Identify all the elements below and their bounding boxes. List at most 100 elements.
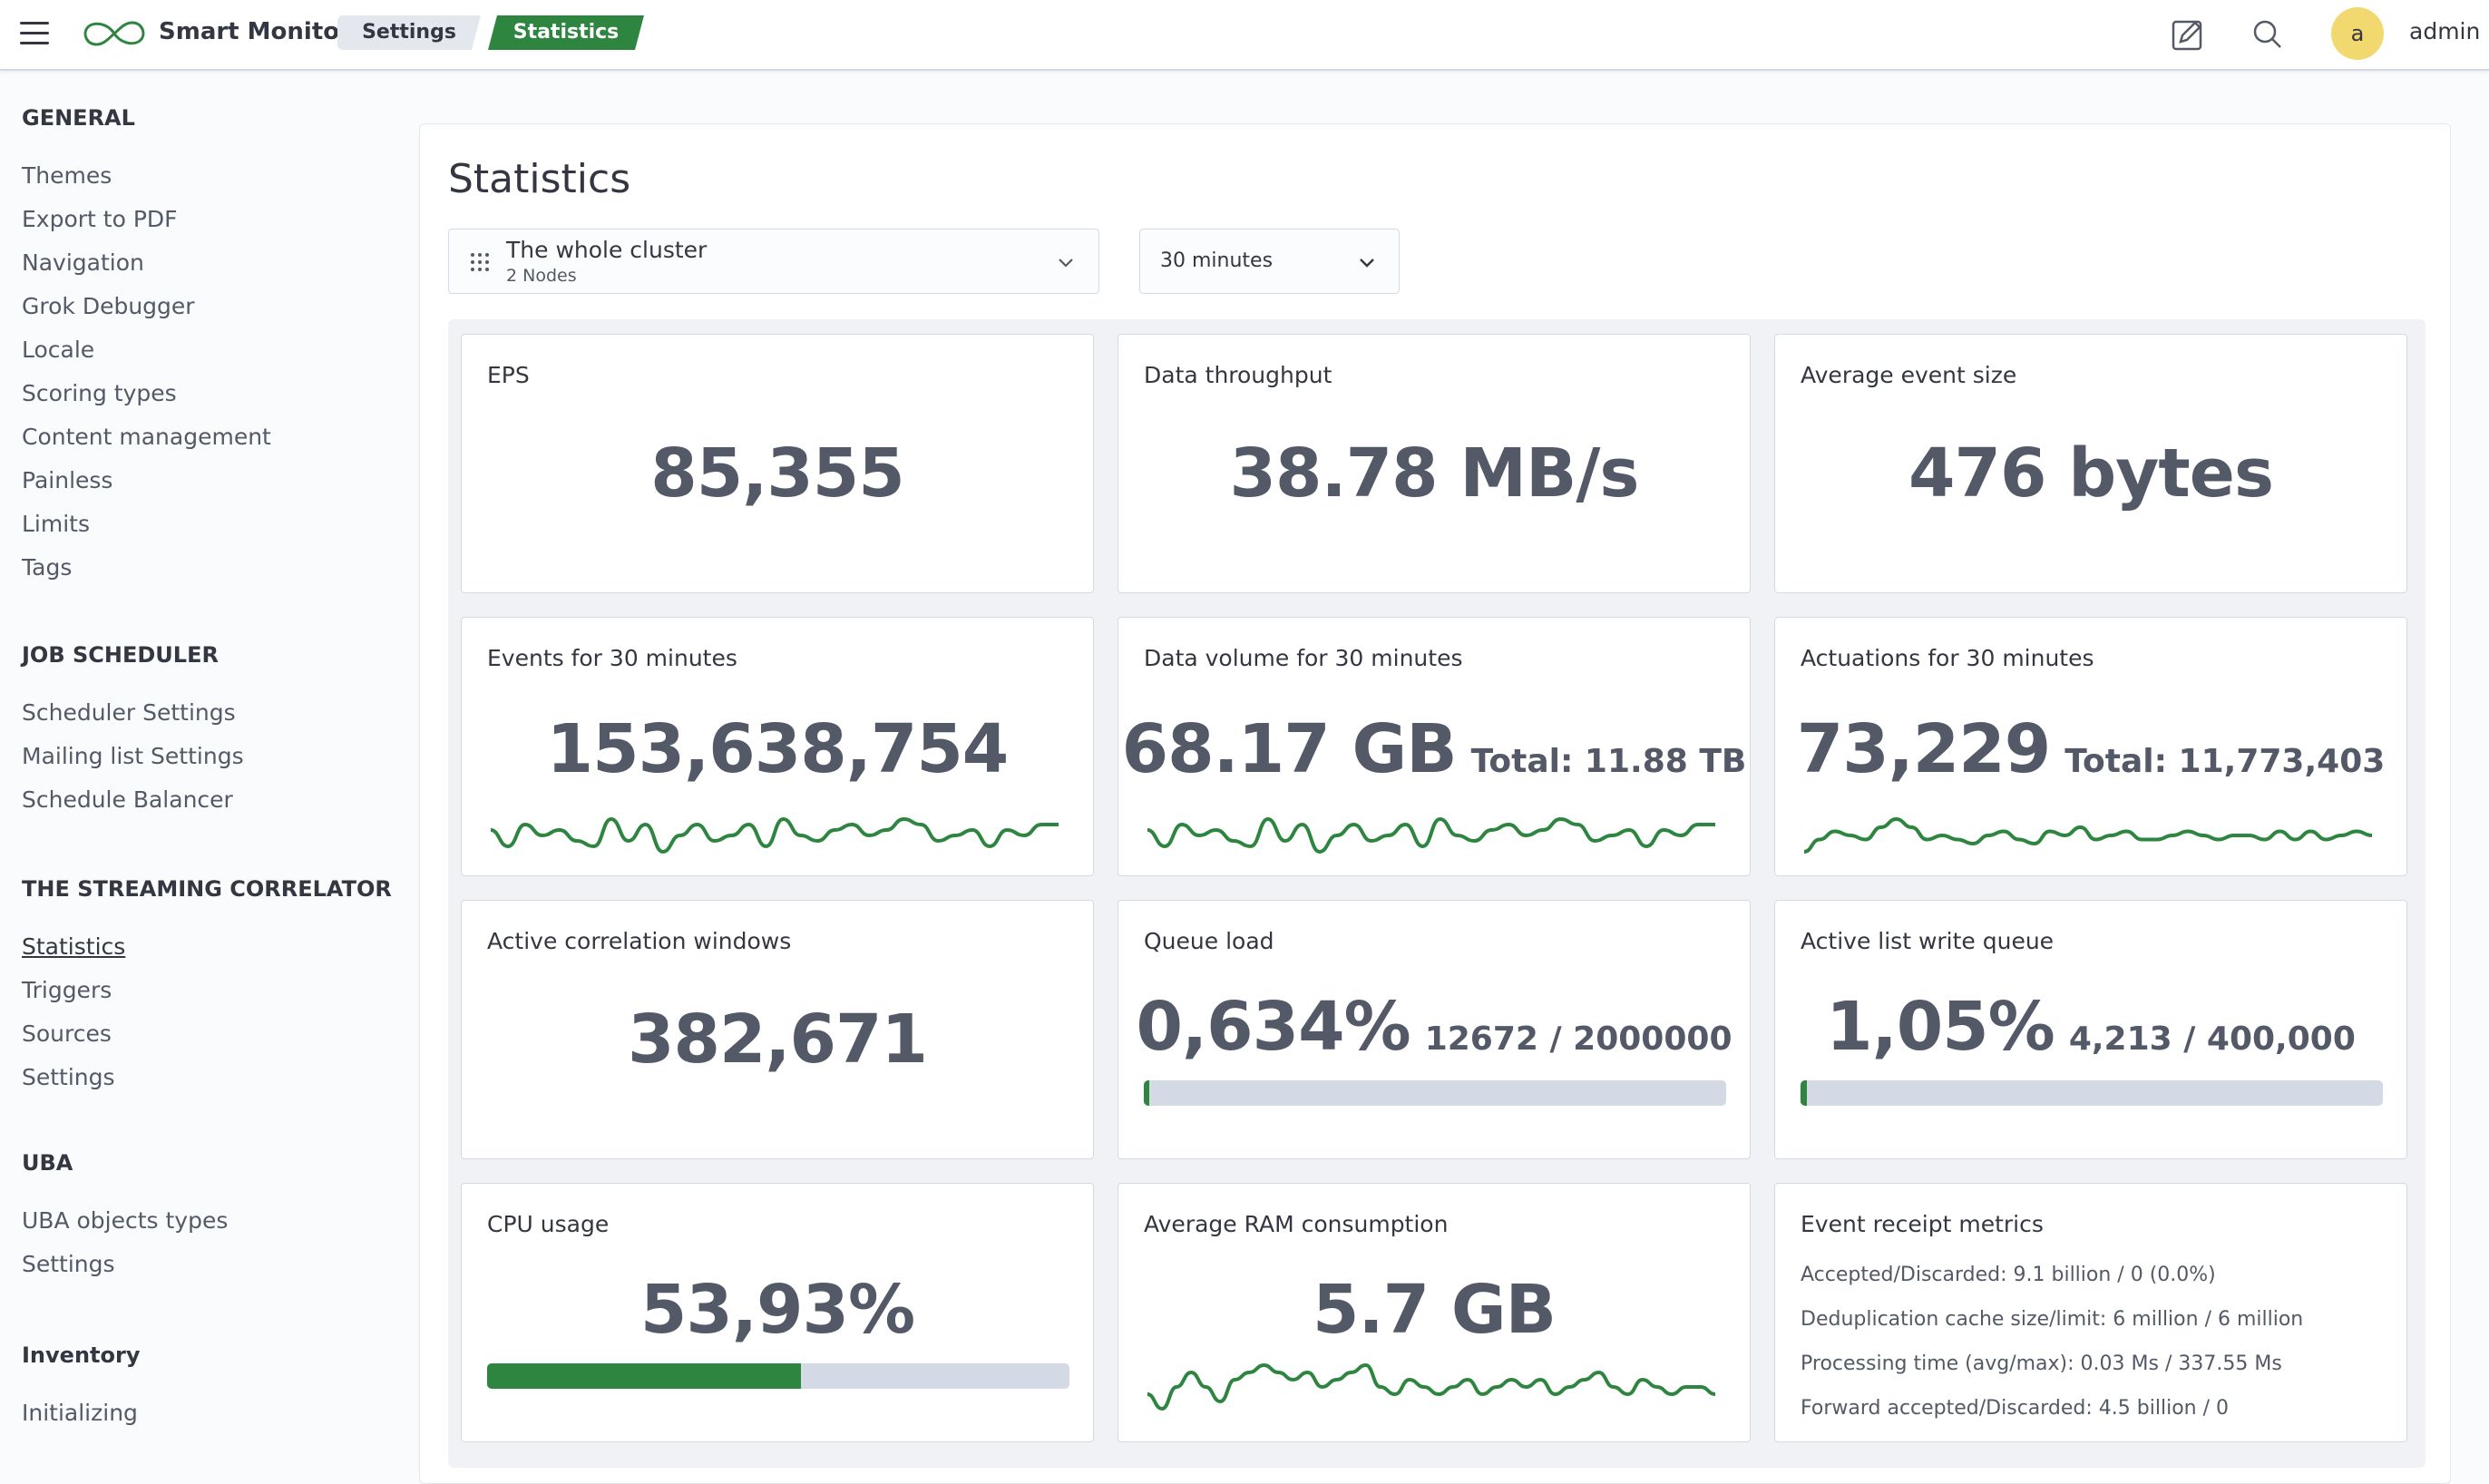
card-title: Active list write queue (1801, 928, 2055, 954)
breadcrumb-settings[interactable]: Settings (337, 15, 481, 50)
card-active-correlation-windows: Active correlation windows 382,671 (461, 900, 1094, 1159)
sidebar-item-export-pdf[interactable]: Export to PDF (22, 198, 271, 241)
sidebar-item-locale[interactable]: Locale (22, 328, 271, 372)
time-range-value: 30 minutes (1160, 249, 1274, 272)
nav-group-job-scheduler: JOB SCHEDULER Scheduler Settings Mailing… (22, 642, 244, 822)
sidebar-item-scheduler-settings[interactable]: Scheduler Settings (22, 691, 244, 735)
volume-sparkline (1147, 816, 1715, 854)
card-total: Total: 11.88 TB (1470, 743, 1747, 780)
nav-group-uba: UBA UBA objects types Settings (22, 1150, 228, 1286)
sidebar-item-painless[interactable]: Painless (22, 459, 271, 503)
sidebar-item-uba-objects-types[interactable]: UBA objects types (22, 1199, 228, 1243)
breadcrumb-statistics[interactable]: Statistics (488, 15, 644, 50)
sidebar-item-grok-debugger[interactable]: Grok Debugger (22, 285, 271, 328)
sidebar-item-correlator-settings[interactable]: Settings (22, 1056, 392, 1099)
sidebar-item-statistics[interactable]: Statistics (22, 925, 392, 969)
card-event-receipt-metrics: Event receipt metrics Accepted/Discarded… (1774, 1183, 2407, 1442)
sidebar-item-uba-settings[interactable]: Settings (22, 1243, 228, 1286)
card-value: 5.7 GB (1313, 1271, 1557, 1349)
nav-group-inventory: Inventory Initializing (22, 1342, 140, 1435)
sidebar-item-limits[interactable]: Limits (22, 503, 271, 546)
card-title: Average event size (1801, 362, 2017, 388)
card-eps: EPS 85,355 (461, 334, 1094, 593)
chevron-down-icon (1360, 259, 1374, 268)
sidebar-item-initializing[interactable]: Initializing (22, 1391, 140, 1435)
sidebar-item-schedule-balancer[interactable]: Schedule Balancer (22, 778, 244, 822)
chevron-down-icon (1059, 259, 1073, 268)
ram-sparkline (1147, 1362, 1715, 1411)
avatar[interactable]: a (2331, 7, 2384, 60)
cluster-select[interactable]: The whole cluster 2 Nodes (448, 229, 1099, 294)
infinity-logo-icon (83, 21, 145, 46)
card-title: Event receipt metrics (1801, 1211, 2044, 1237)
sidebar-item-mailing-list-settings[interactable]: Mailing list Settings (22, 735, 244, 778)
sidebar-item-sources[interactable]: Sources (22, 1012, 392, 1056)
card-actuations: Actuations for 30 minutes 73,229 Total: 1… (1774, 617, 2407, 876)
nav-heading: THE STREAMING CORRELATOR (22, 876, 392, 902)
card-total: Total: 11,773,403 (2064, 743, 2386, 780)
metric-processing-time: Processing time (avg/max): 0.03 Ms / 337… (1801, 1352, 2282, 1375)
nav-heading: GENERAL (22, 105, 135, 131)
progress-fill (1801, 1080, 1807, 1106)
card-value-row: 0,634% 12672 / 2000000 (1118, 988, 1750, 1066)
card-value: 68.17 GB (1121, 710, 1458, 788)
card-title: CPU usage (487, 1211, 610, 1237)
card-value: 382,671 (627, 1001, 928, 1079)
card-data-throughput: Data throughput 38.78 MB/s (1118, 334, 1751, 593)
card-title: Events for 30 minutes (487, 645, 737, 671)
card-value-row: 73,229 Total: 11,773,403 (1775, 710, 2406, 788)
nav-heading: UBA (22, 1150, 73, 1176)
sidebar: GENERAL Themes Export to PDF Navigation … (0, 73, 417, 1468)
cluster-select-sub: 2 Nodes (506, 266, 577, 286)
card-value: 1,05% (1826, 988, 2055, 1066)
grid-icon (471, 253, 489, 271)
card-cpu-usage: CPU usage 53,93% (461, 1183, 1094, 1442)
card-ratio: 12672 / 2000000 (1424, 1020, 1733, 1058)
sidebar-item-navigation[interactable]: Navigation (22, 241, 271, 285)
card-value: 53,93% (639, 1271, 915, 1349)
queue-progress-bar (1144, 1080, 1726, 1106)
card-events: Events for 30 minutes 153,638,754 (461, 617, 1094, 876)
cpu-progress-bar (487, 1363, 1069, 1389)
actuations-sparkline (1804, 816, 2372, 854)
username[interactable]: admin (2409, 18, 2480, 44)
card-active-list-write-queue: Active list write queue 1,05% 4,213 / 400… (1774, 900, 2407, 1159)
sidebar-item-triggers[interactable]: Triggers (22, 969, 392, 1012)
card-title: Average RAM consumption (1144, 1211, 1449, 1237)
time-range-select[interactable]: 30 minutes (1139, 229, 1400, 294)
nav-heading: JOB SCHEDULER (22, 642, 219, 668)
card-queue-load: Queue load 0,634% 12672 / 2000000 (1118, 900, 1751, 1159)
sidebar-item-themes[interactable]: Themes (22, 154, 271, 198)
metrics-list: Accepted/Discarded: 9.1 billion / 0 (0.0… (1801, 1253, 2303, 1430)
sidebar-item-content-management[interactable]: Content management (22, 415, 271, 459)
card-value-row: 1,05% 4,213 / 400,000 (1775, 988, 2406, 1066)
card-title: Data volume for 30 minutes (1144, 645, 1463, 671)
card-title: EPS (487, 362, 530, 388)
card-value: 73,229 (1796, 710, 2052, 788)
card-value: 85,355 (650, 434, 905, 513)
menu-icon[interactable] (20, 22, 49, 45)
app-title[interactable]: Smart Monitor (159, 18, 351, 45)
sidebar-item-tags[interactable]: Tags (22, 546, 271, 590)
card-value: 38.78 MB/s (1229, 434, 1640, 513)
edit-icon[interactable] (2170, 16, 2206, 53)
nav-group-streaming-correlator: THE STREAMING CORRELATOR Statistics Trig… (22, 876, 392, 1099)
card-data-volume: Data volume for 30 minutes 68.17 GB Total… (1118, 617, 1751, 876)
card-average-event-size: Average event size 476 bytes (1774, 334, 2407, 593)
card-value-row: 68.17 GB Total: 11.88 TB (1118, 710, 1750, 788)
progress-fill (487, 1363, 802, 1389)
cluster-select-value: The whole cluster (506, 237, 708, 263)
card-value: 153,638,754 (546, 710, 1010, 788)
events-sparkline (491, 816, 1059, 854)
search-icon[interactable] (2250, 16, 2286, 53)
sidebar-item-scoring-types[interactable]: Scoring types (22, 372, 271, 415)
card-title: Actuations for 30 minutes (1801, 645, 2094, 671)
card-title: Data throughput (1144, 362, 1332, 388)
metric-forward-accepted: Forward accepted/Discarded: 4.5 billion … (1801, 1397, 2229, 1420)
card-title: Active correlation windows (487, 928, 792, 954)
metric-accepted-discarded: Accepted/Discarded: 9.1 billion / 0 (0.0… (1801, 1264, 2216, 1286)
metric-dedup-cache: Deduplication cache size/limit: 6 millio… (1801, 1308, 2304, 1331)
card-value: 0,634% (1136, 988, 1410, 1066)
progress-fill (1144, 1080, 1149, 1106)
card-ratio: 4,213 / 400,000 (2068, 1020, 2356, 1058)
